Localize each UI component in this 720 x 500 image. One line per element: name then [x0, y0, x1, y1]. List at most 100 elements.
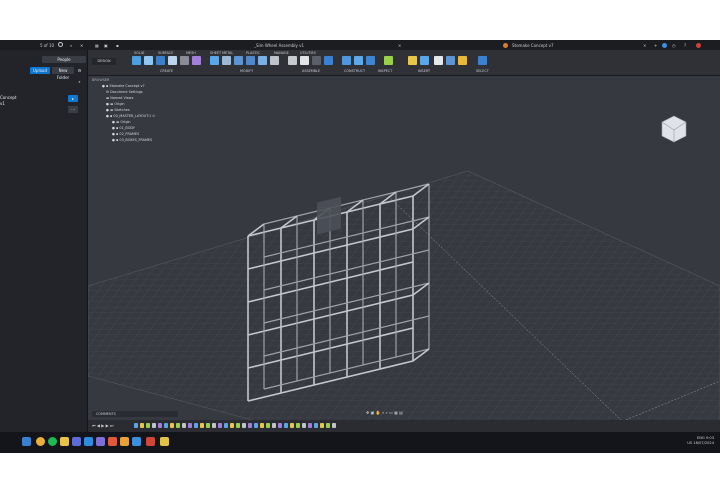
document-tab-title[interactable]: _Sim Wheel Assembly v1	[254, 43, 304, 48]
timeline-feature-icon[interactable]	[284, 423, 288, 428]
canvas-icon[interactable]	[446, 56, 455, 65]
tab-surface[interactable]: SURFACE	[158, 51, 173, 55]
axis-icon[interactable]	[366, 56, 375, 65]
timeline-feature-icon[interactable]	[302, 423, 306, 428]
pattern-icon[interactable]	[192, 56, 201, 65]
start-icon[interactable]	[22, 437, 31, 446]
canvas-viewport[interactable]	[87, 76, 720, 449]
timeline-feature-icon[interactable]	[158, 423, 162, 428]
app-icon-10[interactable]	[146, 437, 155, 446]
move-icon[interactable]	[270, 56, 279, 65]
timeline-feature-icon[interactable]	[170, 423, 174, 428]
measure-icon[interactable]	[384, 56, 393, 65]
browser-item-named-views[interactable]: ▬ Named Views	[106, 96, 133, 101]
display-settings-icon[interactable]: ▭	[389, 410, 393, 415]
timeline-feature-icon[interactable]	[194, 423, 198, 428]
insert-mesh-icon[interactable]	[420, 56, 429, 65]
timeline-feature-icon[interactable]	[224, 423, 228, 428]
timeline-feature-icon[interactable]	[152, 423, 156, 428]
tab-utilities[interactable]: UTILITIES	[300, 51, 316, 55]
browser-header[interactable]: BROWSER	[92, 78, 109, 83]
timeline-feature-icon[interactable]	[266, 423, 270, 428]
new-component-icon[interactable]	[132, 56, 141, 65]
timeline-feature-icon[interactable]	[182, 423, 186, 428]
timeline-feature-icon[interactable]	[146, 423, 150, 428]
fusion-taskbar-icon[interactable]	[84, 437, 93, 446]
group-modify[interactable]: MODIFY	[240, 69, 253, 73]
timeline-feature-icon[interactable]	[188, 423, 192, 428]
mcmaster-icon[interactable]	[458, 56, 467, 65]
comments-bar[interactable]: COMMENTS	[92, 411, 178, 417]
timeline-feature-icon[interactable]	[272, 423, 276, 428]
timeline-feature-icon[interactable]	[308, 423, 312, 428]
timeline-feature-icon[interactable]	[332, 423, 336, 428]
plane-at-angle-icon[interactable]	[354, 56, 363, 65]
group-assemble[interactable]: ASSEMBLE	[302, 69, 320, 73]
timeline-feature-icon[interactable]	[254, 423, 258, 428]
hole-icon[interactable]	[180, 56, 189, 65]
group-construct[interactable]: CONSTRUCT	[344, 69, 365, 73]
tab-plastic[interactable]: PLASTIC	[246, 51, 260, 55]
tray-time[interactable]: 9:03	[706, 436, 714, 440]
browser-item-boxes-frames[interactable]: ● ▪ 03_BOXES_FRAMES	[112, 138, 152, 143]
version-badge[interactable]: ⋯	[68, 106, 78, 113]
app-icon-7[interactable]	[108, 437, 117, 446]
timeline-features[interactable]	[134, 423, 336, 429]
timeline-feature-icon[interactable]	[206, 423, 210, 428]
select-icon[interactable]	[478, 56, 487, 65]
insert-derive-icon[interactable]	[408, 56, 417, 65]
viewports-icon[interactable]: ▤	[399, 410, 403, 415]
timeline-feature-icon[interactable]	[230, 423, 234, 428]
zoom-icon[interactable]: ⌕	[382, 410, 384, 415]
tray-lang[interactable]: ENG	[697, 436, 705, 440]
upload-button[interactable]: Upload	[30, 67, 50, 74]
spotify-icon[interactable]	[48, 437, 57, 446]
revolve-icon[interactable]	[168, 56, 177, 65]
as-built-joint-icon[interactable]	[300, 56, 309, 65]
offset-plane-icon[interactable]	[342, 56, 351, 65]
help-icon[interactable]: ?	[684, 43, 686, 48]
press-pull-icon[interactable]	[210, 56, 219, 65]
app-icon-11[interactable]	[160, 437, 169, 446]
tab-close-icon-2[interactable]: ×	[643, 43, 646, 48]
browser-item-frames[interactable]: ● ▪ 02_FRAMES	[112, 132, 139, 137]
orbit-icon[interactable]: ✥	[366, 410, 369, 415]
new-folder-button[interactable]: New Folder	[52, 67, 74, 80]
open-design-button[interactable]: ▸	[68, 95, 78, 102]
timeline-feature-icon[interactable]	[140, 423, 144, 428]
grid-icon[interactable]: ▦	[95, 43, 99, 48]
chamfer-icon[interactable]	[234, 56, 243, 65]
refresh-icon[interactable]	[58, 42, 63, 47]
combine-icon[interactable]	[258, 56, 267, 65]
group-insert[interactable]: INSERT	[418, 69, 430, 73]
timeline-feature-icon[interactable]	[218, 423, 222, 428]
decal-icon[interactable]	[434, 56, 443, 65]
shell-icon[interactable]	[246, 56, 255, 65]
browser-item-body[interactable]: ● ▪ 01_BODY	[112, 126, 135, 131]
timeline-feature-icon[interactable]	[200, 423, 204, 428]
group-select[interactable]: SELECT	[476, 69, 489, 73]
dark-panel[interactable]	[317, 196, 341, 235]
user-avatar[interactable]	[696, 42, 701, 48]
timeline-feature-icon[interactable]	[320, 423, 324, 428]
timeline-feature-icon[interactable]	[278, 423, 282, 428]
model-canvas[interactable]	[87, 76, 720, 449]
timeline-feature-icon[interactable]	[296, 423, 300, 428]
tab-solid[interactable]: SOLID	[134, 51, 144, 55]
timeline-feature-icon[interactable]	[242, 423, 246, 428]
file-icon[interactable]: ▣	[104, 43, 108, 48]
chrome-icon[interactable]	[36, 437, 45, 446]
system-tray[interactable]: ENG 9:03 US 18/07/2024	[687, 436, 714, 446]
timeline-feature-icon[interactable]	[290, 423, 294, 428]
app-icon-6[interactable]	[96, 437, 105, 446]
group-inspect[interactable]: INSPECT	[378, 69, 392, 73]
settings-gear-icon[interactable]: ⚙	[76, 67, 83, 74]
search-icon-panel[interactable]: ⌕	[76, 78, 83, 85]
version-counter[interactable]: 5 of 10	[40, 43, 54, 48]
app-icon-8[interactable]	[120, 437, 129, 446]
browser-item-origin[interactable]: ● ▬ Origin	[106, 102, 125, 107]
search-icon[interactable]: ⌕	[70, 43, 72, 48]
timeline-controls[interactable]: ⏮ ◀ ▶ ▶ ⏭	[92, 423, 114, 428]
drive-joints-icon[interactable]	[324, 56, 333, 65]
joint-icon[interactable]	[288, 56, 297, 65]
